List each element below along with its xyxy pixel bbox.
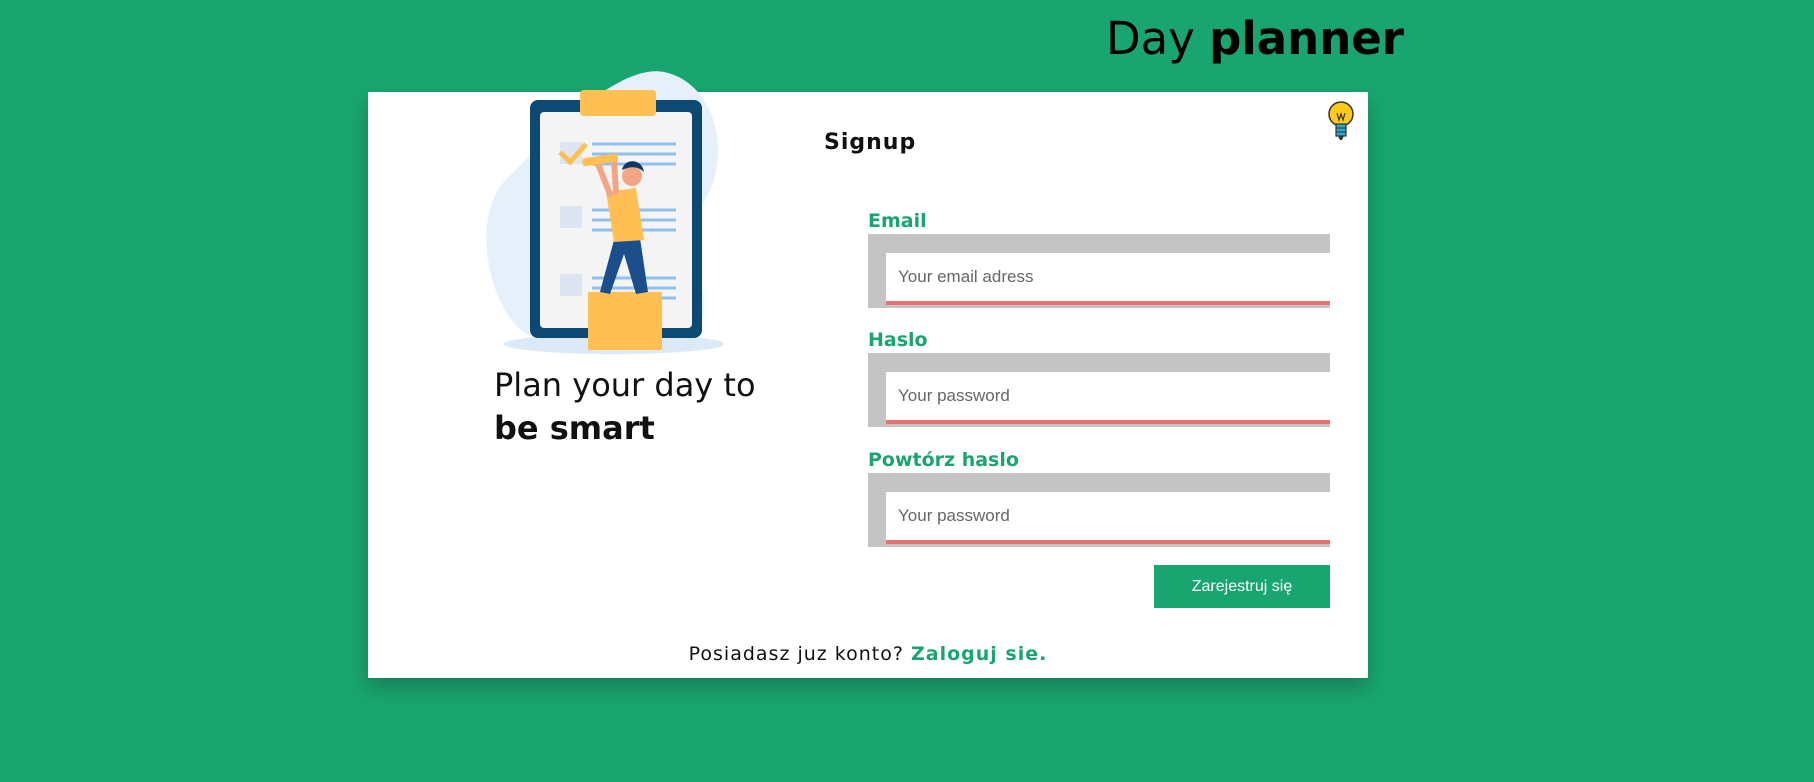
email-input[interactable] [886,253,1330,305]
password-label: Haslo [868,329,928,351]
email-label: Email [868,210,927,232]
repeat-password-field-box [868,473,1330,547]
login-link[interactable]: Zaloguj sie. [911,643,1047,665]
lightbulb-icon[interactable] [1326,100,1356,142]
email-field-box [868,234,1330,308]
page-title: Day planner [1106,12,1404,65]
login-prompt: Posiadasz juz konto? Zaloguj sie. [368,643,1368,665]
login-prompt-text: Posiadasz juz konto? [688,643,904,665]
signup-button[interactable]: Zarejestruj się [1154,565,1330,608]
tagline-line1: Plan your day to [494,366,756,404]
title-regular: Day [1106,12,1195,65]
password-field-box [868,353,1330,427]
clipboard-person-illustration [486,71,724,355]
tagline: Plan your day to be smart [494,364,756,450]
repeat-password-label: Powtórz haslo [868,449,1019,471]
form-title: Signup [824,130,917,155]
password-input[interactable] [886,372,1330,424]
signup-card: Plan your day to be smart Signup Email H… [368,71,1368,678]
tagline-line2: be smart [494,409,655,447]
title-bold: planner [1209,12,1404,65]
repeat-password-input[interactable] [886,492,1330,544]
